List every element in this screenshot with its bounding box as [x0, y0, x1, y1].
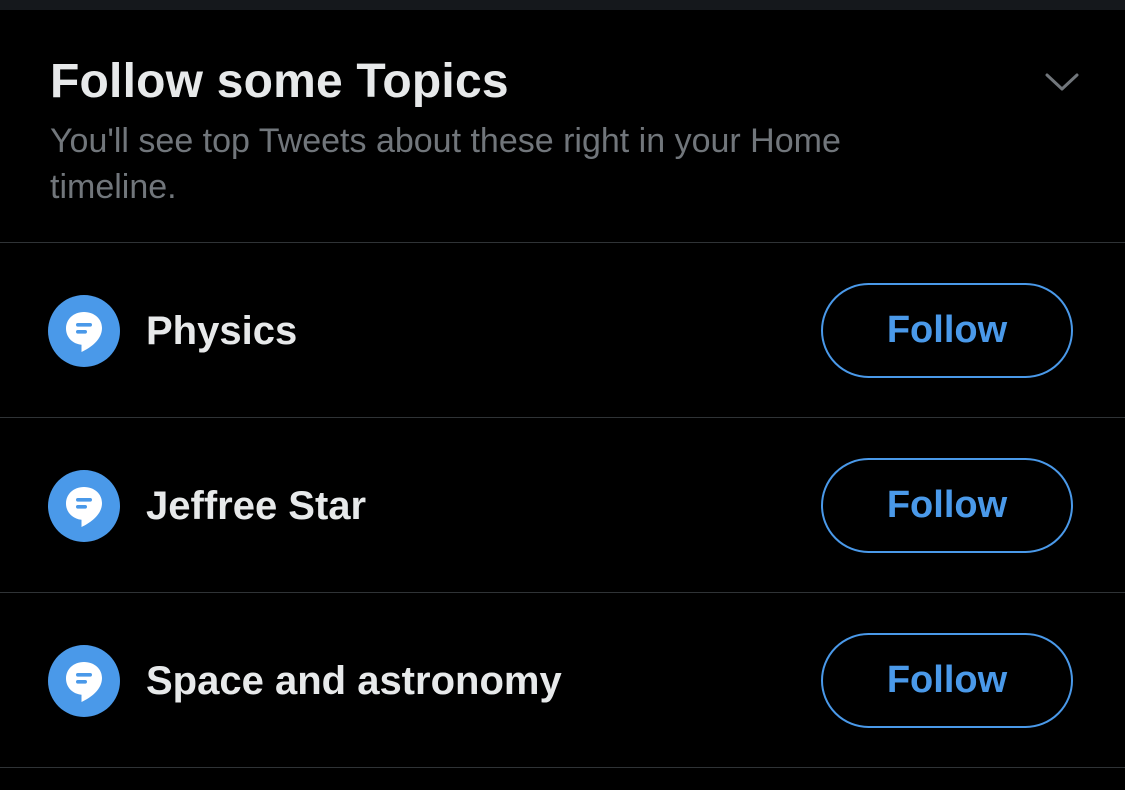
- follow-button[interactable]: Follow: [821, 633, 1073, 728]
- topic-row[interactable]: Jeffree Star Follow: [0, 418, 1125, 593]
- topic-row[interactable]: Physics Follow: [0, 243, 1125, 418]
- topic-label: Physics: [146, 309, 298, 353]
- topic-row[interactable]: Space and astronomy Follow: [0, 593, 1125, 768]
- top-strip: [0, 0, 1125, 10]
- follow-button[interactable]: Follow: [821, 283, 1073, 378]
- topic-bubble-icon: [48, 645, 120, 717]
- topic-bubble-icon: [48, 470, 120, 542]
- topics-header: Follow some Topics You'll see top Tweets…: [0, 10, 1125, 243]
- topic-bubble-icon: [48, 295, 120, 367]
- topic-label: Jeffree Star: [146, 484, 367, 528]
- page-title: Follow some Topics: [50, 55, 509, 108]
- page-subtitle: You'll see top Tweets about these right …: [50, 122, 841, 206]
- topic-label: Space and astronomy: [146, 659, 562, 703]
- follow-button[interactable]: Follow: [821, 458, 1073, 553]
- chevron-down-icon[interactable]: [1044, 70, 1080, 94]
